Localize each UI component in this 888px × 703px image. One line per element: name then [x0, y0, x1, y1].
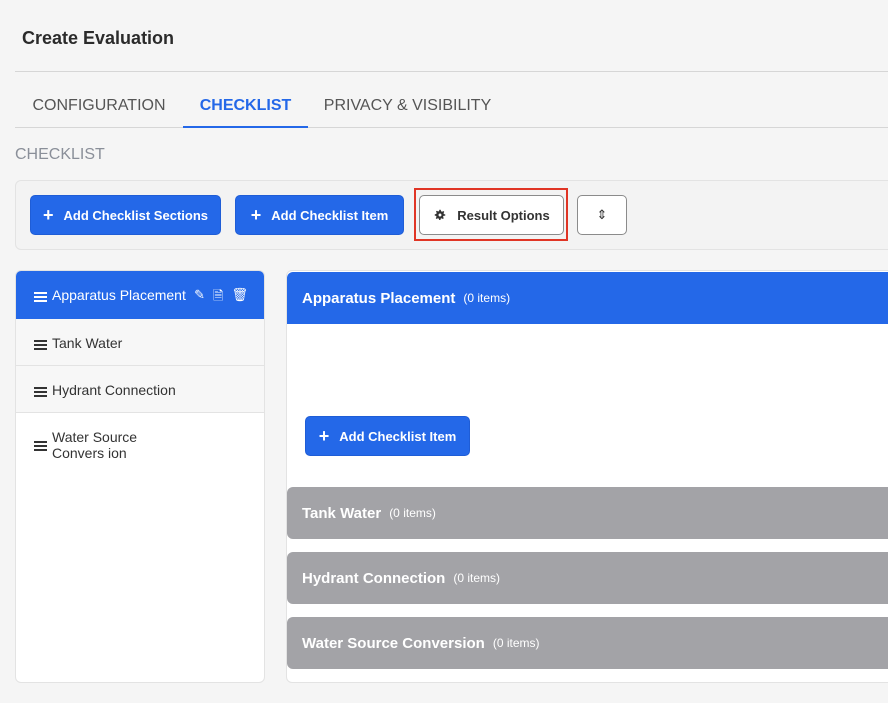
result-options-label: Result Options	[457, 207, 550, 223]
gear-icon	[435, 209, 446, 221]
tab-configuration[interactable]: CONFIGURATION	[19, 84, 179, 127]
sidebar-item-label: Water Source Convers ion	[52, 429, 138, 461]
panel-item-count: (0 items)	[463, 291, 511, 305]
sidebar-item-label: Tank Water	[52, 335, 123, 351]
section-title: CHECKLIST	[15, 146, 105, 163]
panel-item-count: (0 items)	[492, 636, 540, 650]
plus-icon: +	[250, 205, 262, 225]
panel-title: Water Source Conversion	[302, 634, 485, 652]
drag-handle-icon[interactable]	[34, 292, 47, 302]
page-title: Create Evaluation	[22, 28, 175, 48]
sort-toggle-button[interactable]: ⇕	[577, 195, 627, 235]
sidebar-item-actions: ✎ 🗎 🗑	[194, 287, 248, 309]
sidebar-item-label: Apparatus Placement	[52, 287, 186, 303]
panel-title: Apparatus Placement	[302, 289, 456, 307]
tab-bar: CONFIGURATION CHECKLIST PRIVACY & VISIBI…	[15, 84, 888, 128]
panel-item-count: (0 items)	[389, 506, 436, 520]
document-icon[interactable]: 🗎	[213, 287, 223, 309]
add-checklist-item-button[interactable]: + Add Checklist Item	[235, 195, 404, 235]
add-checklist-item-label: Add Checklist Item	[271, 207, 389, 223]
drag-handle-icon[interactable]	[34, 441, 47, 451]
drag-handle-icon[interactable]	[34, 340, 47, 350]
panel-header-hydrant-connection[interactable]: Hydrant Connection (0 items)	[287, 552, 888, 604]
sidebar-item-label: Hydrant Connection	[52, 382, 176, 398]
drag-handle-icon[interactable]	[34, 387, 47, 397]
plus-icon: +	[318, 426, 330, 446]
checklist-toolbar: + Add Checklist Sections + Add Checklist…	[15, 180, 888, 250]
sidebar-item-tank-water[interactable]: Tank Water	[16, 319, 264, 366]
sidebar-item-apparatus-placement[interactable]: Apparatus Placement ✎ 🗎 🗑	[16, 271, 264, 319]
section-sidebar: Apparatus Placement ✎ 🗎 🗑 Tank Water Hyd…	[15, 270, 265, 683]
panel-title: Tank Water	[302, 504, 382, 522]
panel-add-checklist-item-button[interactable]: + Add Checklist Item	[305, 416, 470, 456]
tab-privacy-visibility[interactable]: PRIVACY & VISIBILITY	[320, 84, 495, 127]
plus-icon: +	[43, 205, 54, 225]
sort-icon: ⇕	[596, 207, 608, 222]
panel-title: Hydrant Connection	[302, 569, 446, 587]
tab-checklist[interactable]: CHECKLIST	[183, 84, 308, 128]
panel-add-checklist-item-label: Add Checklist Item	[339, 428, 457, 444]
trash-icon[interactable]: 🗑	[231, 287, 248, 309]
add-checklist-sections-label: Add Checklist Sections	[63, 207, 208, 223]
panel-header-tank-water[interactable]: Tank Water (0 items)	[287, 487, 888, 539]
checklist-panels: Apparatus Placement (0 items) + Add Chec…	[286, 270, 888, 683]
edit-icon[interactable]: ✎	[194, 287, 205, 309]
panel-header-water-source-conversion[interactable]: Water Source Conversion (0 items)	[287, 617, 888, 669]
panel-item-count: (0 items)	[453, 571, 501, 585]
sidebar-item-water-source-conversion[interactable]: Water Source Convers ion	[16, 413, 264, 473]
result-options-button[interactable]: Result Options	[419, 195, 564, 235]
sidebar-item-hydrant-connection[interactable]: Hydrant Connection	[16, 366, 264, 413]
panel-header-apparatus-placement[interactable]: Apparatus Placement (0 items)	[287, 272, 888, 324]
add-checklist-sections-button[interactable]: + Add Checklist Sections	[30, 195, 221, 235]
header-divider	[15, 71, 888, 72]
page-header: Create Evaluation	[0, 0, 888, 72]
